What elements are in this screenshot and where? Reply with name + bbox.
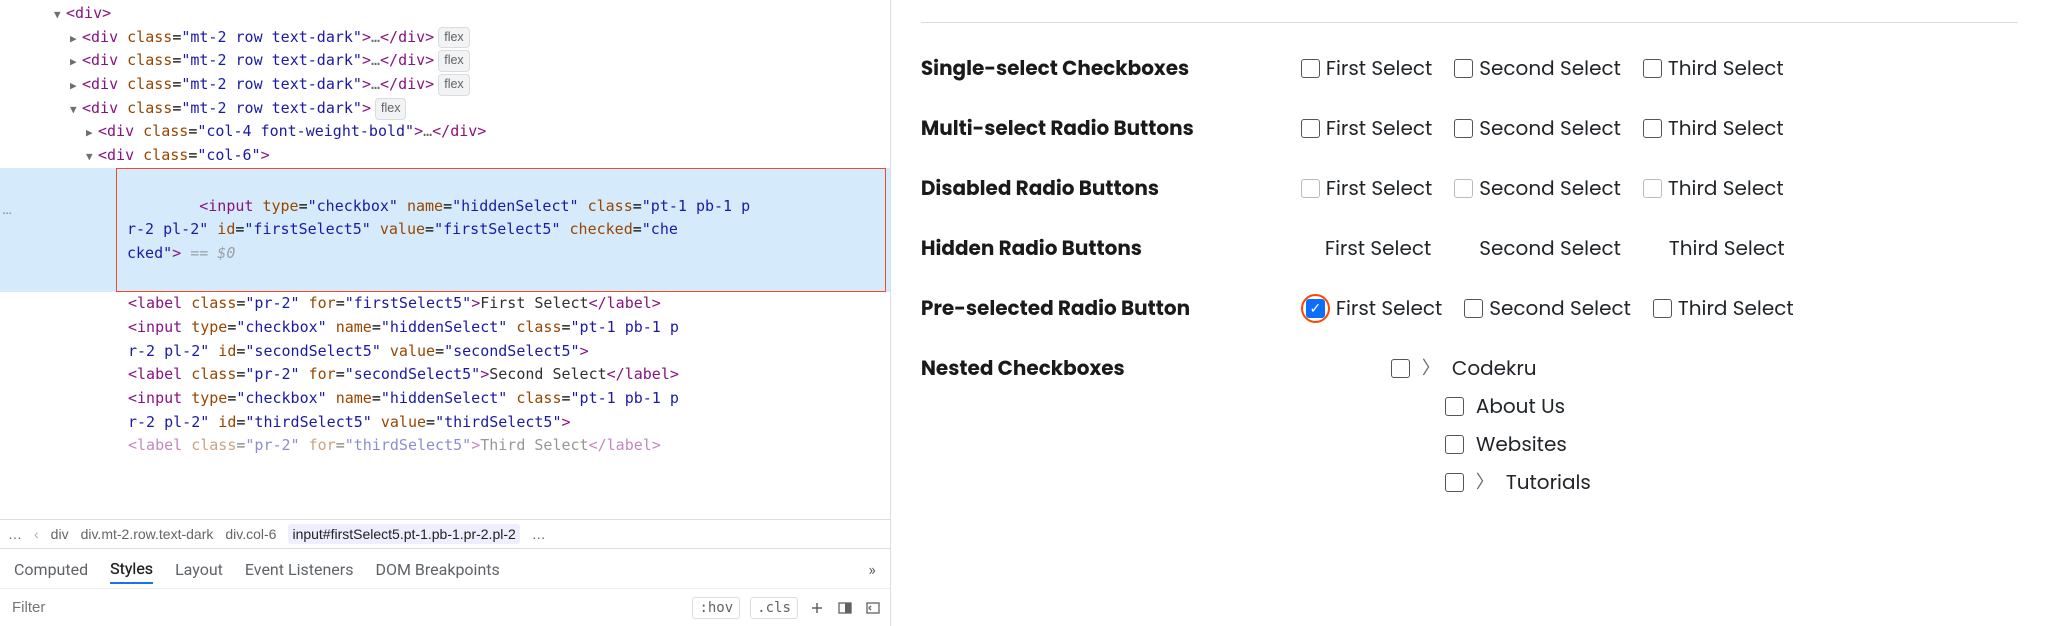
checkbox[interactable] [1653,299,1672,318]
toggle-panel-icon[interactable] [864,599,882,617]
checkbox[interactable] [1301,119,1320,138]
option-label[interactable]: First Select [1325,233,1431,263]
checkbox[interactable] [1454,59,1473,78]
selected-dom-node[interactable]: <input type="checkbox" name="hiddenSelec… [0,168,890,292]
checkbox[interactable] [1643,59,1662,78]
tabs-more-icon[interactable]: » [868,560,876,579]
row-disabled-radio: Disabled Radio Buttons First Select Seco… [921,173,2018,203]
highlight-ring: ✓ [1301,294,1330,323]
gutter-ellipsis: … [2,200,12,218]
dom-tree[interactable]: ▼<div> ▶<div class="mt-2 row text-dark">… [0,0,890,519]
option-label[interactable]: Second Select [1479,53,1621,83]
row-label: Hidden Radio Buttons [921,233,1301,263]
breadcrumb-more[interactable]: … [532,526,546,542]
nested-child-label[interactable]: Websites [1476,429,1567,459]
option-label[interactable]: Second Select [1489,293,1631,323]
new-style-rule-icon[interactable] [808,599,826,617]
option-label[interactable]: Third Select [1668,113,1784,143]
chevron-right-icon[interactable]: 〉 [1422,354,1440,382]
option-label[interactable]: Third Select [1668,53,1784,83]
row-hidden-radio: Hidden Radio Buttons First Select Second… [921,233,2018,263]
dom-node[interactable]: <div> [66,4,111,22]
checkbox[interactable] [1301,59,1320,78]
cls-toggle[interactable]: .cls [750,597,798,619]
row-label: Disabled Radio Buttons [921,173,1301,203]
checkbox[interactable] [1391,359,1410,378]
option-label[interactable]: First Select [1326,53,1432,83]
breadcrumb-item-selected[interactable]: input#firstSelect5.pt-1.pb-1.pr-2.pl-2 [288,524,519,544]
tab-event-listeners[interactable]: Event Listeners [245,560,354,579]
option-label[interactable]: Second Select [1479,113,1621,143]
nested-root-label[interactable]: Codekru [1452,353,1537,383]
form-page: Single-select Checkboxes First Select Se… [891,0,2048,626]
row-label: Single-select Checkboxes [921,53,1301,83]
checkbox[interactable] [1643,119,1662,138]
tab-styles[interactable]: Styles [110,559,153,584]
checkbox[interactable] [1464,299,1483,318]
divider [921,22,2018,23]
tab-computed[interactable]: Computed [14,560,88,579]
row-label: Multi-select Radio Buttons [921,113,1301,143]
checkbox[interactable] [1445,435,1464,454]
flex-badge[interactable]: flex [438,50,469,72]
checkbox[interactable] [1445,473,1464,492]
computed-sidebar-icon[interactable] [836,599,854,617]
option-label[interactable]: Second Select [1479,233,1621,263]
styles-tabs: Computed Styles Layout Event Listeners D… [0,549,890,589]
row-single-select: Single-select Checkboxes First Select Se… [921,53,2018,83]
checkbox-disabled [1301,179,1320,198]
styles-filter-bar: :hov .cls [0,589,890,626]
chevron-right-icon[interactable]: 〉 [1476,468,1494,496]
flex-badge[interactable]: flex [438,74,469,96]
checkbox[interactable] [1454,119,1473,138]
row-label: Nested Checkboxes [921,353,1301,383]
checkbox-checked[interactable]: ✓ [1306,299,1325,318]
tab-layout[interactable]: Layout [175,560,223,579]
breadcrumb-item[interactable]: div.col-6 [225,526,276,542]
flex-badge[interactable]: flex [375,98,406,120]
checkbox-disabled [1643,179,1662,198]
option-label: Second Select [1479,173,1621,203]
row-label: Pre-selected Radio Button [921,293,1301,323]
breadcrumb-item[interactable]: div.mt-2.row.text-dark [81,526,214,542]
hov-toggle[interactable]: :hov [692,597,740,619]
breadcrumb-bar[interactable]: … ‹ div div.mt-2.row.text-dark div.col-6… [0,519,890,549]
option-label: Third Select [1668,173,1784,203]
option-label[interactable]: First Select [1336,293,1442,323]
checkbox-disabled [1454,179,1473,198]
checkbox[interactable] [1445,397,1464,416]
nested-child-label[interactable]: Tutorials [1506,467,1591,497]
row-nested: Nested Checkboxes 〉 Codekru About Us Webs… [921,353,2018,505]
option-label: First Select [1326,173,1432,203]
styles-filter-input[interactable] [8,595,682,620]
breadcrumb-item[interactable]: div [51,526,69,542]
row-multi-radio: Multi-select Radio Buttons First Select … [921,113,2018,143]
nested-child-label[interactable]: About Us [1476,391,1565,421]
flex-badge[interactable]: flex [438,27,469,49]
option-label[interactable]: First Select [1326,113,1432,143]
devtools-panel: … ▼<div> ▶<div class="mt-2 row text-dark… [0,0,891,626]
option-label[interactable]: Third Select [1669,233,1785,263]
option-label[interactable]: Third Select [1678,293,1794,323]
tab-dom-breakpoints[interactable]: DOM Breakpoints [375,560,499,579]
breadcrumb-more[interactable]: … [8,526,22,542]
row-preselected-radio: Pre-selected Radio Button ✓ First Select… [921,293,2018,323]
